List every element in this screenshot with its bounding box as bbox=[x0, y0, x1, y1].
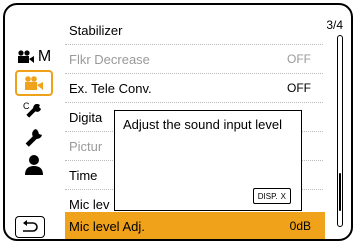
help-popup: Adjust the sound input level DISP. X bbox=[114, 110, 302, 211]
custom-wrench-icon: C bbox=[23, 101, 41, 118]
menu-item-label: Mic lev bbox=[69, 196, 110, 212]
menu-item-flkr-decrease[interactable]: Flkr Decrease OFF bbox=[65, 45, 325, 73]
back-button[interactable] bbox=[15, 216, 45, 238]
disp-label: DISP. bbox=[257, 191, 278, 201]
menu-item-value: OFF bbox=[287, 52, 311, 66]
tab-movie-mode[interactable]: M bbox=[15, 44, 53, 70]
scrollbar[interactable] bbox=[337, 35, 343, 227]
person-icon bbox=[25, 155, 43, 175]
tab-personal[interactable] bbox=[15, 152, 53, 178]
disp-close-button[interactable]: DISP. X bbox=[252, 188, 291, 204]
movie-camera-icon bbox=[25, 76, 43, 90]
menu-item-stabilizer[interactable]: Stabilizer bbox=[65, 16, 325, 44]
menu-item-label: Ex. Tele Conv. bbox=[69, 80, 152, 96]
menu-item-value: 0dB bbox=[289, 219, 311, 233]
return-arrow-icon bbox=[23, 220, 38, 232]
menu-item-ex-tele-conv[interactable]: Ex. Tele Conv. OFF bbox=[65, 74, 325, 102]
scrollbar-thumb[interactable] bbox=[339, 172, 341, 211]
menu-item-mic-level-adj[interactable]: Mic level Adj. 0dB bbox=[65, 212, 325, 239]
menu-item-label: Flkr Decrease bbox=[69, 51, 150, 67]
help-message: Adjust the sound input level bbox=[123, 117, 282, 132]
menu-item-value: OFF bbox=[287, 81, 311, 95]
svg-text:C: C bbox=[23, 101, 30, 111]
menu-item-label: Pictur bbox=[69, 138, 103, 154]
wrench-icon bbox=[25, 129, 42, 147]
tab-setup[interactable] bbox=[15, 125, 53, 151]
menu-screen: M C 3/4 Stabilizer Flkr Decrease OFF Ex.… bbox=[3, 3, 353, 241]
menu-item-label: Time bbox=[69, 167, 98, 183]
tab-column: M C bbox=[5, 5, 63, 239]
tab-movie-settings[interactable] bbox=[15, 70, 53, 96]
mode-letter: M bbox=[37, 48, 52, 65]
menu-item-label: Digita bbox=[69, 109, 103, 125]
movie-m-icon: M bbox=[17, 48, 51, 66]
menu-item-label: Mic level Adj. bbox=[69, 218, 145, 234]
tab-custom[interactable]: C bbox=[15, 98, 53, 124]
close-icon: X bbox=[280, 191, 286, 201]
menu-item-label: Stabilizer bbox=[69, 22, 123, 38]
